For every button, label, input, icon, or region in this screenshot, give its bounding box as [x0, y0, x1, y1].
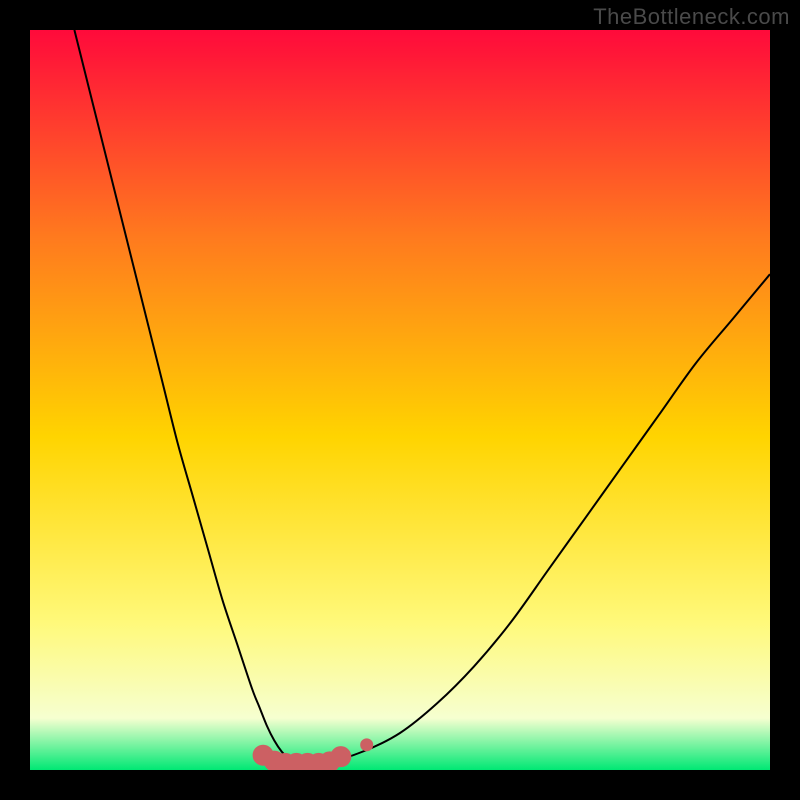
plot-area [30, 30, 770, 770]
chart-svg [30, 30, 770, 770]
chart-frame: TheBottleneck.com [0, 0, 800, 800]
marker-dot [361, 739, 373, 751]
marker-dot [331, 747, 351, 767]
watermark-text: TheBottleneck.com [593, 4, 790, 30]
gradient-background [30, 30, 770, 770]
